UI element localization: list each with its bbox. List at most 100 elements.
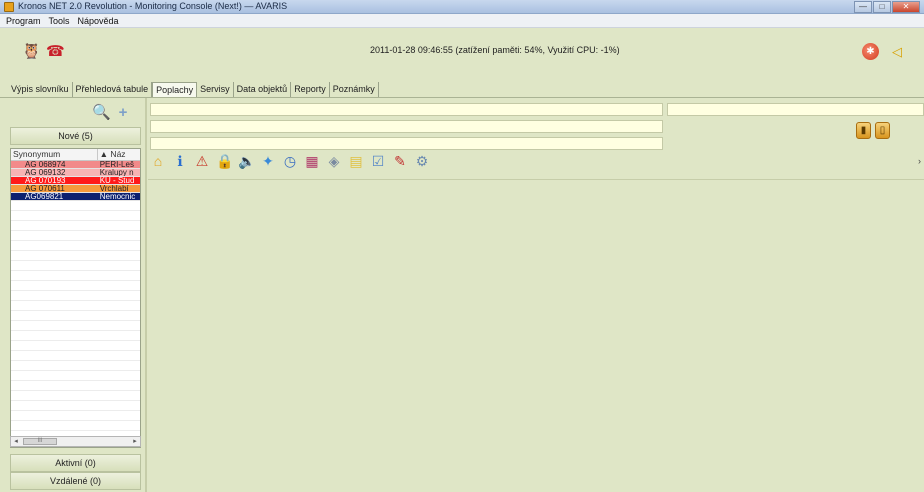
table-row[interactable]: AG 070611 Vrchlabí [11,185,140,193]
empty-grid-row [11,241,140,251]
empty-grid-row [11,231,140,241]
cell-name: Nemocnic [99,193,136,200]
cell-synonym: AG 070193 [25,177,66,184]
pen-icon[interactable]: ✎ [392,152,408,170]
empty-grid-row [11,271,140,281]
horn-icon[interactable]: ◁ [888,43,906,60]
tag-icon[interactable]: ◈ [326,152,342,170]
alarm-grid: Synonymum ▲ Náz AG 068974 PERI-Leš AG 06… [10,148,141,448]
empty-grid-row [11,391,140,401]
cell-synonym: AG 068974 [25,161,66,168]
empty-grid-row [11,371,140,381]
chart-icon[interactable]: ▦ [304,152,320,170]
column-header-name[interactable]: ▲ Náz [98,149,140,160]
lock-icon[interactable]: 🔒 [216,152,233,170]
owl-icon[interactable]: 🦉 [22,43,41,61]
tab-object-data[interactable]: Data objektů [234,82,292,97]
table-row[interactable]: AG 069132 Kralupy n [11,169,140,177]
empty-grid-row [11,211,140,221]
detail-field-2[interactable] [667,103,924,116]
alarm-icon[interactable]: ✱ [862,43,879,60]
close-button[interactable]: ✕ [892,1,920,13]
empty-grid-row [11,201,140,211]
tools-icon[interactable]: ⚙ [414,152,430,170]
empty-grid-row [11,281,140,291]
house-icon[interactable]: ⌂ [150,152,166,170]
empty-grid-row [11,351,140,361]
tab-reports[interactable]: Reporty [291,82,330,97]
table-row[interactable]: AG 068974 PERI-Leš [11,161,140,169]
detail-field-4[interactable] [150,137,663,150]
column-header-synonym[interactable]: Synonymum [11,149,98,160]
empty-grid-row [11,421,140,431]
empty-grid-row [11,291,140,301]
menu-help[interactable]: Nápověda [78,16,119,26]
bin-open-icon[interactable]: ▯ [875,122,890,139]
detail-field-3[interactable] [150,120,663,133]
warning-house-icon[interactable]: ⚠ [194,152,210,170]
cell-name: Vrchlabí [99,185,129,192]
table-row[interactable]: AG069821 Nemocnic [11,193,140,201]
header: 🦉 ☎ 2011-01-28 09:46:55 (zatížení paměti… [0,29,924,82]
checklist-icon[interactable]: ☑ [370,152,386,170]
info-icon[interactable]: ℹ [172,152,188,170]
cell-synonym: AG 070611 [25,185,65,192]
new-alarms-section[interactable]: Nové (5) [10,127,141,145]
phone-icon[interactable]: ☎ [46,43,65,61]
menu-tools[interactable]: Tools [49,16,70,26]
cell-synonym: AG069821 [25,193,64,200]
active-alarms-section[interactable]: Aktivní (0) [10,454,141,472]
empty-grid-row [11,251,140,261]
minimize-button[interactable]: — [854,1,872,13]
action-toolbar: ⌂ ℹ ⚠ 🔒 🔈 ✦ ◷ ▦ ◈ ▤ ☑ ✎ ⚙ [150,152,436,172]
window-title: Kronos NET 2.0 Revolution - Monitoring C… [18,1,288,11]
add-icon[interactable]: + [114,104,132,122]
empty-grid-row [11,401,140,411]
menu-program[interactable]: Program [6,16,41,26]
grid-header: Synonymum ▲ Náz [11,149,140,161]
toolbar-overflow-indicator[interactable]: › [918,156,921,166]
empty-grid-row [11,321,140,331]
window-titlebar: Kronos NET 2.0 Revolution - Monitoring C… [0,0,924,14]
empty-grid-row [11,341,140,351]
remote-alarms-section[interactable]: Vzdálené (0) [10,472,141,490]
scroll-left-icon[interactable]: ◂ [11,437,21,447]
bin-icon[interactable]: ▮ [856,122,871,139]
cell-name: Kralupy n [99,169,134,176]
table-row[interactable]: AG 070193 KU - Stud [11,177,140,185]
tab-divider [0,97,924,98]
empty-grid-row [11,331,140,341]
detail-field-1[interactable] [150,103,663,116]
tab-dictionary[interactable]: Výpis slovníku [8,82,73,97]
scroll-thumb[interactable]: III [23,438,57,445]
empty-grid-row [11,411,140,421]
left-panel: 🔍 + Nové (5) Synonymum ▲ Náz AG 068974 P… [8,100,143,492]
speaker-icon[interactable]: 🔈 [238,152,255,170]
grid-empty-area [11,201,140,441]
app-icon [4,2,14,12]
menu-bar: Program Tools Nápověda [0,14,924,28]
tab-alarms[interactable]: Poplachy [152,82,198,98]
tab-services[interactable]: Servisy [197,82,234,97]
document-icon[interactable]: ▤ [348,152,364,170]
empty-grid-row [11,361,140,371]
puzzle-icon[interactable]: ✦ [260,152,276,170]
left-toolbar: 🔍 + [8,100,143,126]
empty-grid-row [11,311,140,321]
panel-splitter[interactable] [145,98,147,492]
tab-overview[interactable]: Přehledová tabule [73,82,153,97]
clock-icon[interactable]: ◷ [282,152,298,170]
search-icon[interactable]: 🔍 [92,104,111,122]
tab-bar: Výpis slovníku Přehledová tabule Poplach… [8,82,379,98]
cell-name: KU - Stud [99,177,135,184]
scroll-right-icon[interactable]: ▸ [130,437,140,447]
empty-grid-row [11,301,140,311]
cell-name: PERI-Leš [99,161,134,168]
maximize-button[interactable]: □ [873,1,891,13]
tab-notes[interactable]: Poznámky [330,82,379,97]
cell-synonym: AG 069132 [25,169,66,176]
empty-grid-row [11,381,140,391]
grid-body: AG 068974 PERI-Leš AG 069132 Kralupy n A… [11,161,140,201]
status-text: 2011-01-28 09:46:55 (zatížení paměti: 54… [370,45,620,55]
horizontal-scrollbar[interactable]: ◂ III ▸ [10,436,141,447]
